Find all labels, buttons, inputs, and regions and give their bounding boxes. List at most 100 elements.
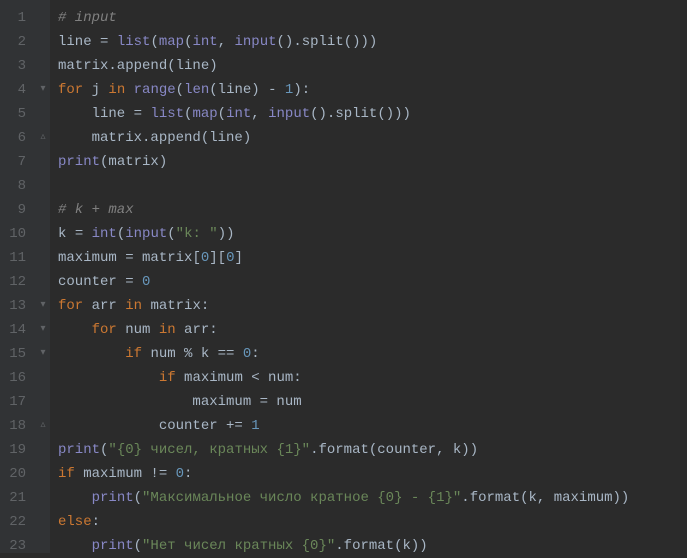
code-line[interactable]: # k + max [58,198,687,222]
code-line[interactable]: maximum = matrix[0][0] [58,246,687,270]
token-keyword: for [58,298,92,314]
line-number: 4 [8,78,26,102]
fold-spacer [36,6,50,30]
code-line[interactable]: maximum = num [58,390,687,414]
token-op: ( [134,490,142,506]
token-op: = [100,34,117,50]
fold-marker-icon[interactable]: ▾ [36,294,50,318]
line-number: 23 [8,534,26,558]
code-line[interactable]: line = list(map(int, input().split())) [58,102,687,126]
token-ident [58,322,92,338]
token-string: "k: " [176,226,218,242]
line-number: 3 [8,54,26,78]
token-keyword: for [92,322,126,338]
line-number: 11 [8,246,26,270]
code-line[interactable]: if num % k == 0: [58,342,687,366]
line-number: 7 [8,150,26,174]
code-line[interactable]: for arr in matrix: [58,294,687,318]
code-line[interactable]: print(matrix) [58,150,687,174]
token-op: )) [218,226,235,242]
token-op: (line) - [209,82,285,98]
code-line[interactable]: k = int(input("k: ")) [58,222,687,246]
fold-spacer [36,534,50,558]
token-ident: counter += [58,418,251,434]
fold-column: ▾▵▾▾▾▵ [36,0,50,553]
line-number: 8 [8,174,26,198]
token-builtin: int [92,226,117,242]
code-line[interactable]: counter = 0 [58,270,687,294]
code-line[interactable]: counter += 1 [58,414,687,438]
fold-spacer [36,198,50,222]
line-number: 2 [8,30,26,54]
token-builtin: list [150,106,184,122]
token-op: (matrix) [100,154,167,170]
token-ident: maximum = num [58,394,302,410]
line-number: 13 [8,294,26,318]
fold-marker-icon[interactable]: ▾ [36,318,50,342]
line-number: 21 [8,486,26,510]
token-op: , [218,34,235,50]
code-editor[interactable]: # input line = list(map(int, input().spli… [50,0,687,553]
code-line[interactable]: for num in arr: [58,318,687,342]
token-number: 0 [176,466,184,482]
code-line[interactable]: matrix.append(line) [58,126,687,150]
fold-spacer [36,366,50,390]
line-number: 10 [8,222,26,246]
fold-marker-icon[interactable]: ▾ [36,342,50,366]
token-builtin: print [58,154,100,170]
fold-marker-icon[interactable]: ▵ [36,126,50,150]
token-op: : [92,514,100,530]
token-ident [58,538,92,554]
token-comment: # input [58,10,117,26]
token-ident: matrix[ [142,250,201,266]
token-ident: arr: [184,322,218,338]
code-line[interactable]: print("Нет чисел кратных {0}".format(k)) [58,534,687,558]
fold-spacer [36,30,50,54]
line-number: 16 [8,366,26,390]
code-line[interactable]: # input [58,6,687,30]
code-line[interactable]: print("Максимальное число кратное {0} - … [58,486,687,510]
token-op: ().split())) [310,106,411,122]
code-line[interactable]: for j in range(len(line) - 1): [58,78,687,102]
token-string: "Максимальное число кратное {0} - {1}" [142,490,461,506]
fold-spacer [36,222,50,246]
token-ident: num [125,322,159,338]
fold-spacer [36,510,50,534]
token-builtin: len [184,82,209,98]
fold-marker-icon[interactable]: ▵ [36,414,50,438]
token-ident: matrix.append(line) [58,58,218,74]
token-op: = [75,226,92,242]
token-ident: k [58,226,75,242]
token-builtin: list [117,34,151,50]
token-ident: .format(counter, k)) [310,442,478,458]
token-ident: maximum < num: [184,370,302,386]
code-line[interactable]: matrix.append(line) [58,54,687,78]
token-op: ().split())) [277,34,378,50]
token-ident: line [58,106,134,122]
token-ident: arr [92,298,126,314]
token-ident [58,370,159,386]
code-line[interactable]: if maximum < num: [58,366,687,390]
code-line[interactable]: if maximum != 0: [58,462,687,486]
token-op: ] [234,250,242,266]
fold-spacer [36,102,50,126]
code-line[interactable]: else: [58,510,687,534]
code-line[interactable] [58,174,687,198]
fold-spacer [36,150,50,174]
token-string: "Нет чисел кратных {0}" [142,538,335,554]
token-op: ][ [209,250,226,266]
token-op: ( [150,34,158,50]
token-op: ( [134,538,142,554]
line-number: 5 [8,102,26,126]
fold-marker-icon[interactable]: ▾ [36,78,50,102]
token-keyword: if [159,370,184,386]
token-string: "{0} чисел, кратных {1}" [108,442,310,458]
token-ident [58,490,92,506]
line-number: 14 [8,318,26,342]
code-line[interactable]: print("{0} чисел, кратных {1}".format(co… [58,438,687,462]
code-line[interactable]: line = list(map(int, input().split())) [58,30,687,54]
token-number: 1 [251,418,259,434]
token-op: = [125,274,142,290]
token-ident: maximum != [83,466,175,482]
fold-spacer [36,54,50,78]
